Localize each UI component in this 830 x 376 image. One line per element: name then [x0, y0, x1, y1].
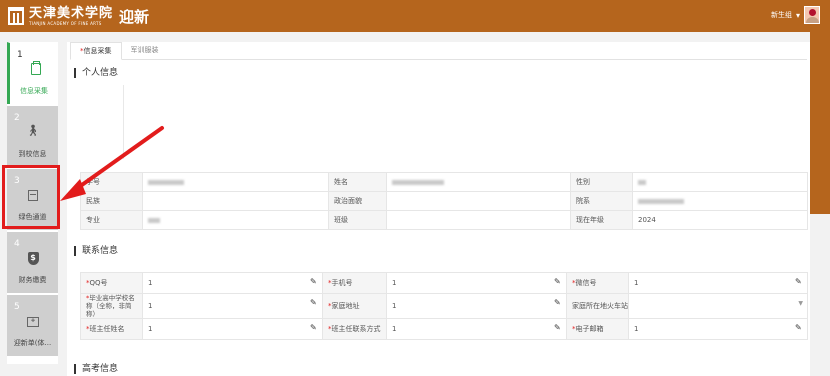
teacher-name-input[interactable]: 1 ✎ — [142, 318, 323, 340]
caret-down-icon[interactable]: ▾ — [796, 11, 800, 20]
form-row: *QQ号 1 ✎ *手机号 1 ✎ *微信号 1 ✎ — [80, 272, 808, 294]
table-row: 民族 政治面貌 院系 — [80, 191, 808, 211]
pencil-icon[interactable]: ✎ — [310, 324, 318, 332]
field-label: *QQ号 — [80, 272, 143, 294]
top-bar: 天津美术学院 TIANJIN ACADEMY OF FINE ARTS 迎新 新… — [0, 0, 830, 32]
form-row: *班主任姓名 1 ✎ *班主任联系方式 1 ✎ *电子邮箱 1 ✎ — [80, 318, 808, 340]
personal-info-table: 学号 姓名 性别 民族 政治面貌 院系 专业 班级 现在年级 2024 — [80, 172, 808, 230]
table-row: 专业 班级 现在年级 2024 — [80, 210, 808, 230]
field-label: *微信号 — [566, 272, 629, 294]
tab-military-uniform[interactable]: 军训服装 — [122, 42, 168, 59]
phone-input[interactable]: 1 ✎ — [386, 272, 567, 294]
pencil-icon[interactable]: ✎ — [310, 278, 318, 286]
step-info-collection[interactable]: 1 信息采集 — [7, 42, 58, 104]
field-label: *毕业高中学校名称（全称，非简称） — [80, 293, 143, 319]
field-value-grade: 2024 — [632, 210, 808, 230]
contact-info-form: *QQ号 1 ✎ *手机号 1 ✎ *微信号 1 ✎ *毕业高中学校名称（全称，非简称… — [80, 272, 808, 340]
user-menu[interactable]: 新生组 ▾ — [771, 6, 820, 24]
section-title-exam: 高考信息 — [74, 364, 118, 374]
school-name: 天津美术学院 TIANJIN ACADEMY OF FINE ARTS — [29, 5, 114, 26]
section-title-contact: 联系信息 — [74, 246, 118, 256]
field-value-department — [632, 191, 808, 211]
step-number: 5 — [14, 302, 20, 312]
school-logo: 天津美术学院 TIANJIN ACADEMY OF FINE ARTS 迎新 — [8, 5, 149, 27]
field-label: *家庭地址 — [322, 293, 387, 319]
tab-info-collection[interactable]: *信息采集 — [70, 42, 122, 60]
high-school-input[interactable]: 1 ✎ — [142, 293, 323, 319]
bag-icon: ✚ — [25, 313, 41, 329]
teacher-contact-input[interactable]: 1 ✎ — [386, 318, 567, 340]
field-label: 政治面貌 — [328, 191, 387, 211]
header-backdrop — [810, 32, 830, 214]
avatar[interactable] — [804, 6, 820, 24]
section-title-personal: 个人信息 — [74, 68, 118, 78]
tab-label: 信息采集 — [83, 47, 112, 55]
pencil-icon[interactable]: ✎ — [554, 324, 562, 332]
school-building-icon — [8, 7, 24, 25]
pencil-icon[interactable]: ✎ — [795, 278, 803, 286]
field-value-gender — [632, 172, 808, 192]
field-label: 姓名 — [328, 172, 387, 192]
step-arrival-info[interactable]: 2 🚶︎ 到校信息 — [7, 105, 58, 167]
walking-icon: 🚶︎ — [26, 124, 40, 137]
field-label: 院系 — [570, 191, 633, 211]
field-label: 性别 — [570, 172, 633, 192]
field-label: 家庭所在地火车站 — [566, 293, 629, 319]
qq-input[interactable]: 1 ✎ — [142, 272, 323, 294]
annotation-highlight-box — [2, 165, 60, 229]
field-label: *电子邮箱 — [566, 318, 629, 340]
field-value-name — [386, 172, 571, 192]
page-title: 迎新 — [119, 7, 150, 26]
tab-bar: *信息采集 军训服装 — [70, 42, 807, 60]
school-name-cn: 天津美术学院 — [29, 5, 114, 21]
annotation-arrow — [60, 126, 164, 201]
step-number: 1 — [17, 50, 23, 60]
pencil-icon[interactable]: ✎ — [310, 299, 318, 307]
wechat-input[interactable]: 1 ✎ — [628, 272, 808, 294]
step-label: 迎新单(体... — [13, 339, 52, 347]
step-label: 财务缴费 — [18, 276, 47, 284]
user-name[interactable]: 新生组 — [771, 10, 792, 20]
tab-label: 军训服装 — [130, 46, 159, 54]
form-row: *毕业高中学校名称（全称，非简称） 1 ✎ *家庭地址 1 ✎ 家庭所在地火车站 ▼ — [80, 293, 808, 319]
school-name-en: TIANJIN ACADEMY OF FINE ARTS — [29, 20, 102, 26]
field-label: *手机号 — [322, 272, 387, 294]
pencil-icon[interactable]: ✎ — [554, 278, 562, 286]
field-value-class — [386, 210, 571, 230]
pencil-icon[interactable]: ✎ — [795, 324, 803, 332]
field-value-major — [142, 210, 329, 230]
pencil-icon[interactable]: ✎ — [554, 299, 562, 307]
table-row: 学号 姓名 性别 — [80, 172, 808, 192]
shield-dollar-icon: $ — [25, 250, 41, 266]
step-number: 2 — [14, 113, 20, 123]
step-finance-payment[interactable]: 4 $ 财务缴费 — [7, 231, 58, 293]
field-label: *班主任联系方式 — [322, 318, 387, 340]
field-label: *班主任姓名 — [80, 318, 143, 340]
chevron-down-icon[interactable]: ▼ — [798, 300, 803, 307]
field-label: 班级 — [328, 210, 387, 230]
field-label: 现在年级 — [570, 210, 633, 230]
home-address-input[interactable]: 1 ✎ — [386, 293, 567, 319]
step-label: 信息采集 — [20, 87, 48, 95]
clipboard-icon — [28, 61, 44, 77]
field-label: 专业 — [80, 210, 143, 230]
home-train-station-select[interactable]: ▼ — [628, 293, 808, 319]
field-value-student-id — [142, 172, 329, 192]
field-value-ethnicity — [142, 191, 329, 211]
email-input[interactable]: 1 ✎ — [628, 318, 808, 340]
step-welcome-form[interactable]: 5 ✚ 迎新单(体... — [7, 294, 58, 356]
field-value-political-status — [386, 191, 571, 211]
main-content: *信息采集 军训服装 个人信息 学号 姓名 性别 民族 政治面貌 院系 专业 班… — [67, 42, 810, 376]
step-number: 4 — [14, 239, 20, 249]
step-label: 到校信息 — [18, 150, 47, 158]
